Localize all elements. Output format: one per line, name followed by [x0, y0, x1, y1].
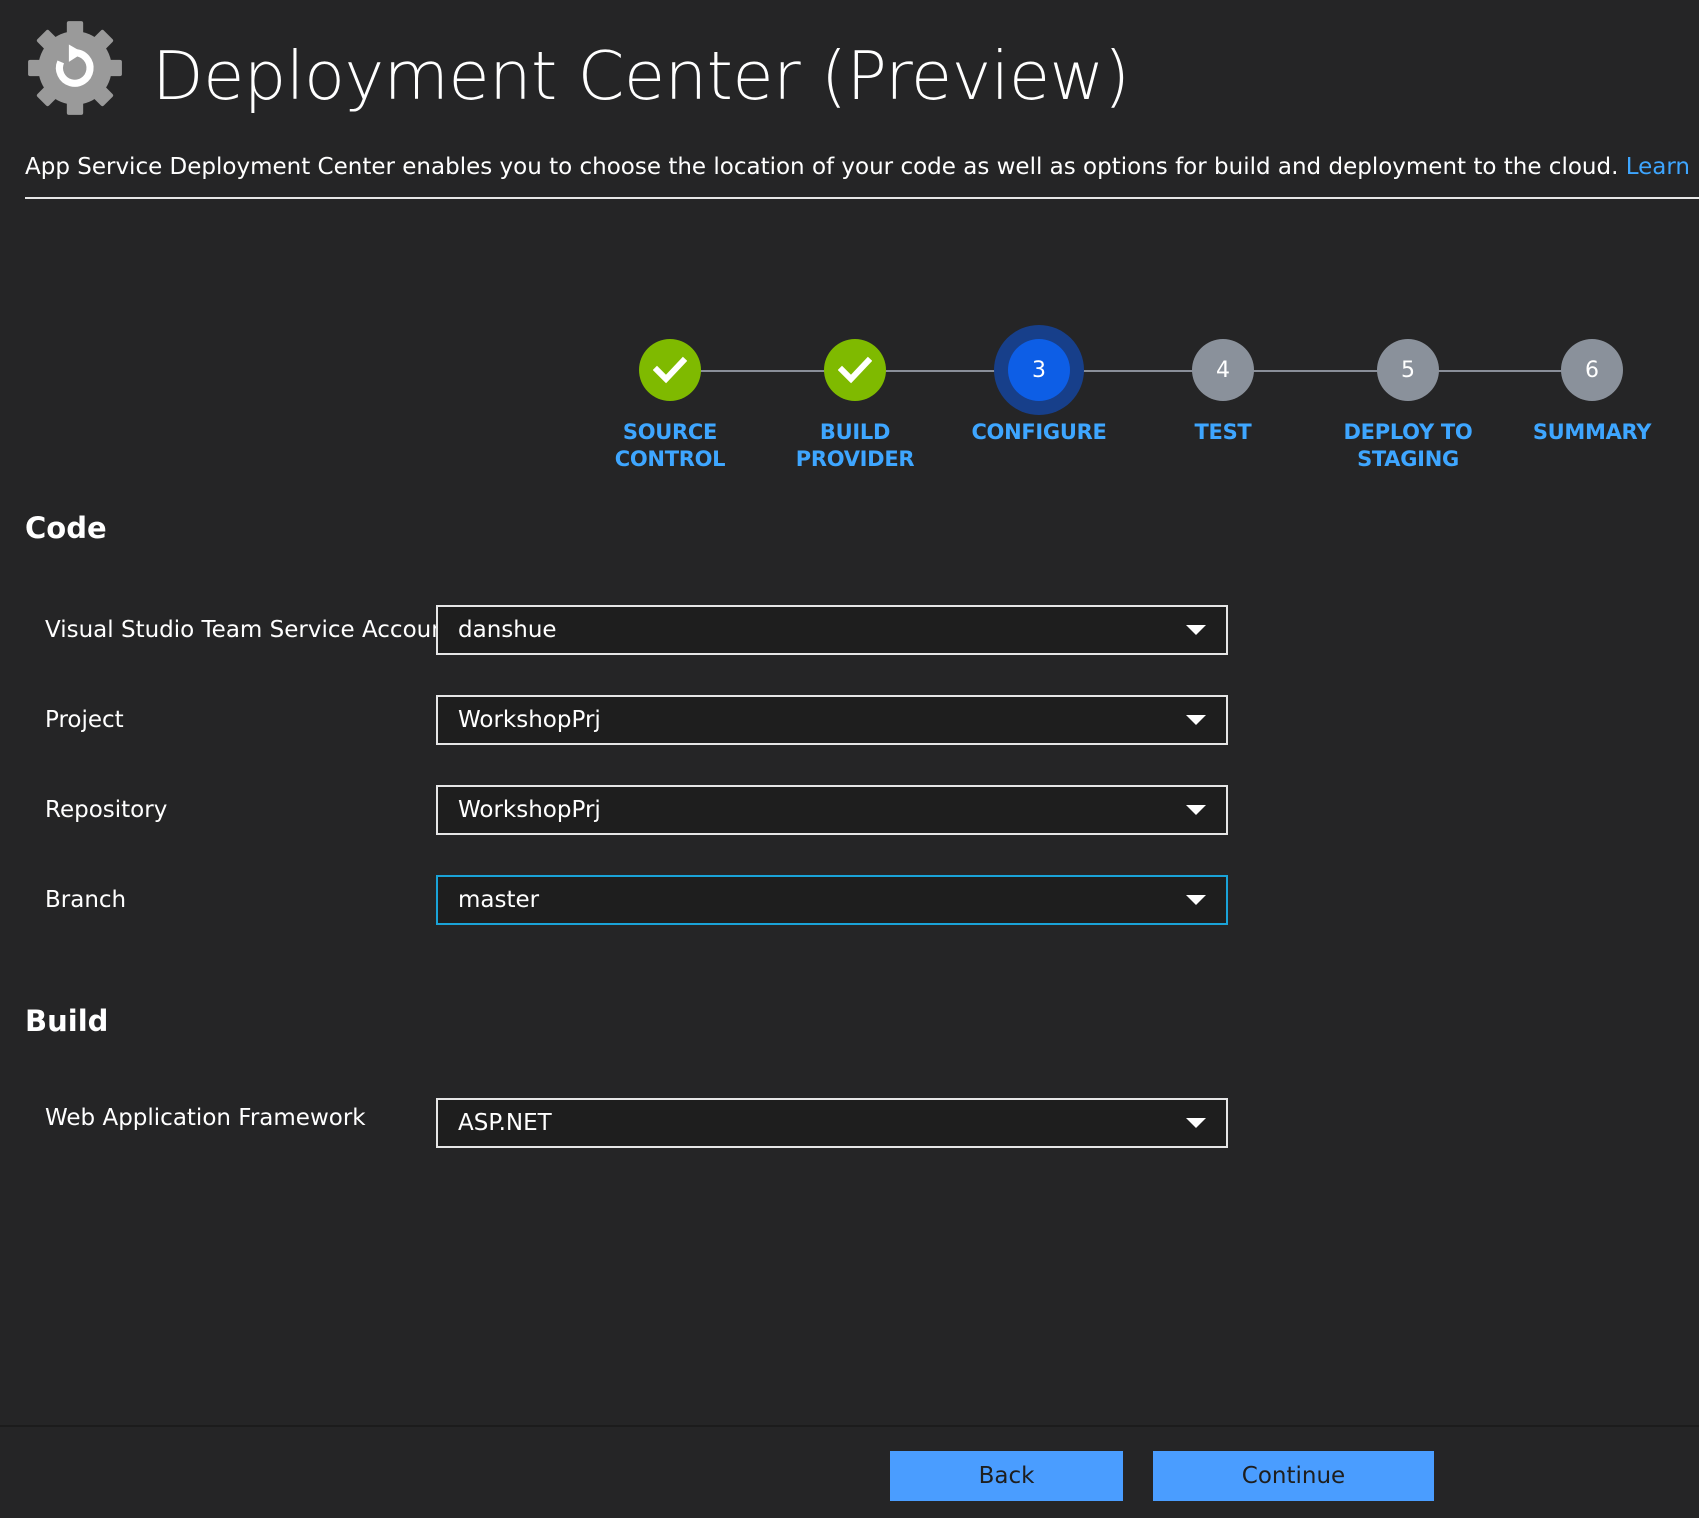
checkmark-icon [838, 356, 872, 384]
checkmark-icon [653, 356, 687, 384]
build-section-heading: Build [25, 1004, 109, 1038]
stepper-connector-line [670, 370, 1592, 372]
step-1-complete-icon [639, 339, 701, 401]
back-button[interactable]: Back [890, 1451, 1123, 1501]
dropdown-value: master [458, 887, 540, 913]
footer-bar [0, 1425, 1699, 1518]
step-label-deploy-to-staging: DEPLOY TO STAGING [1343, 420, 1473, 471]
web-app-framework-label: Web Application Framework [45, 1105, 366, 1131]
vsts-account-label: Visual Studio Team Service Account [45, 617, 455, 643]
branch-dropdown[interactable]: master [436, 875, 1228, 925]
branch-label: Branch [45, 887, 127, 913]
chevron-down-icon [1186, 1118, 1206, 1128]
repository-dropdown[interactable]: WorkshopPrj [436, 785, 1228, 835]
step-6: 6 [1561, 339, 1623, 401]
page-title: Deployment Center (Preview) [152, 37, 1130, 115]
step-2-complete-icon [824, 339, 886, 401]
gear-refresh-icon [28, 21, 122, 115]
description-text: App Service Deployment Center enables yo… [25, 154, 1619, 180]
continue-button[interactable]: Continue [1153, 1451, 1434, 1501]
step-number: 5 [1401, 357, 1415, 383]
step-number: 6 [1585, 357, 1599, 383]
project-label: Project [45, 707, 124, 733]
chevron-down-icon [1186, 805, 1206, 815]
code-section-heading: Code [25, 511, 107, 545]
chevron-down-icon [1186, 715, 1206, 725]
project-dropdown[interactable]: WorkshopPrj [436, 695, 1228, 745]
step-5: 5 [1377, 339, 1439, 401]
step-label-configure: CONFIGURE [971, 420, 1107, 444]
page-description: App Service Deployment Center enables yo… [25, 150, 1699, 184]
step-label-summary: SUMMARY [1532, 420, 1652, 444]
step-label-build-provider: BUILD PROVIDER [795, 420, 915, 471]
step-label-test: TEST [1194, 420, 1252, 444]
dropdown-value: WorkshopPrj [458, 707, 601, 733]
deployment-center-page: Deployment Center (Preview) App Service … [0, 0, 1699, 1518]
step-number: 3 [1032, 357, 1046, 383]
step-3-current: 3 [1008, 339, 1070, 401]
header-divider [25, 197, 1699, 199]
step-number: 4 [1216, 357, 1230, 383]
web-app-framework-dropdown[interactable]: ASP.NET [436, 1098, 1228, 1148]
dropdown-value: danshue [458, 617, 557, 643]
learn-more-link[interactable]: Learn more [1626, 154, 1699, 180]
dropdown-value: ASP.NET [458, 1110, 552, 1136]
step-4: 4 [1192, 339, 1254, 401]
vsts-account-dropdown[interactable]: danshue [436, 605, 1228, 655]
dropdown-value: WorkshopPrj [458, 797, 601, 823]
step-label-source-control: SOURCE CONTROL [614, 420, 726, 471]
chevron-down-icon [1186, 625, 1206, 635]
chevron-down-icon [1186, 895, 1206, 905]
repository-label: Repository [45, 797, 168, 823]
